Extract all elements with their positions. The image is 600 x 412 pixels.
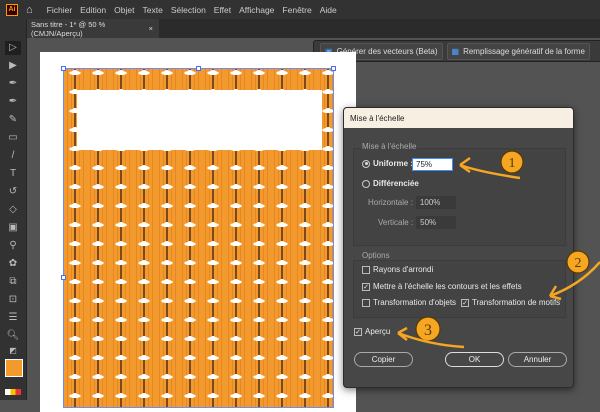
white-rectangle[interactable] xyxy=(77,90,322,150)
ok-button[interactable]: OK xyxy=(445,352,504,367)
brush-tool-icon[interactable]: / xyxy=(5,149,21,163)
eraser-tool-icon[interactable]: ◇ xyxy=(5,203,21,217)
close-icon[interactable]: × xyxy=(149,24,153,33)
direct-selection-tool-icon[interactable]: ▶ xyxy=(5,59,21,73)
swap-colors-icon[interactable]: ◩ ↻ xyxy=(5,344,21,369)
rotate-tool-icon[interactable]: ↺ xyxy=(5,185,21,199)
scale-strokes-label: Mettre à l'échelle les contours et les e… xyxy=(373,282,522,291)
checkmark-icon: ✓ xyxy=(461,298,469,307)
uniform-input[interactable]: 75% xyxy=(412,158,453,171)
eyedropper-tool-icon[interactable]: ⚲ xyxy=(5,239,21,253)
non-uniform-label: Différenciée xyxy=(373,179,419,188)
vertical-label: Verticale : xyxy=(378,218,414,227)
generative-fill-icon: ▦ xyxy=(451,46,460,56)
type-tool-icon[interactable]: T xyxy=(5,167,21,181)
menu-affichage[interactable]: Affichage xyxy=(239,5,274,15)
menu-fichier[interactable]: Fichier xyxy=(47,5,73,15)
transform-patterns-label: Transformation de motifs xyxy=(472,298,561,307)
horizontal-label: Horizontale : xyxy=(368,198,413,207)
svg-text:2: 2 xyxy=(575,256,582,271)
symbol-tool-icon[interactable]: ✿ xyxy=(5,257,21,271)
transform-patterns-checkbox[interactable]: ✓ Transformation de motifs xyxy=(461,298,560,307)
rectangle-tool-icon[interactable]: ▭ xyxy=(5,131,21,145)
copy-button[interactable]: Copier xyxy=(354,352,413,367)
preview-checkbox[interactable]: ✓ Aperçu xyxy=(354,327,390,336)
generative-fill-button[interactable]: ▦ Remplissage génératif de la forme xyxy=(446,42,590,60)
gradient-tool-icon[interactable]: ▣ xyxy=(5,221,21,235)
scale-strokes-checkbox[interactable]: ✓ Mettre à l'échelle les contours et les … xyxy=(362,282,522,291)
scale-dialog: Mise à l'échelle Mise à l'échelle Unifor… xyxy=(343,107,574,388)
selection-handle[interactable] xyxy=(331,66,336,71)
menu-fenetre[interactable]: Fenêtre xyxy=(282,5,311,15)
menu-aide[interactable]: Aide xyxy=(320,5,337,15)
radio-icon xyxy=(362,179,370,188)
selection-handle[interactable] xyxy=(61,275,66,280)
menu-effet[interactable]: Effet xyxy=(214,5,231,15)
home-icon[interactable]: ⌂ xyxy=(26,4,33,16)
dialog-title: Mise à l'échelle xyxy=(344,108,573,128)
radio-icon xyxy=(362,159,370,168)
document-tab-title: Sans titre - 1* @ 50 % (CMJN/Aperçu) xyxy=(31,19,106,38)
shape-builder-icon[interactable]: ⧉ xyxy=(5,275,21,289)
document-tab[interactable]: Sans titre - 1* @ 50 % (CMJN/Aperçu) × xyxy=(27,19,159,38)
uniform-radio[interactable]: Uniforme : xyxy=(362,159,413,168)
preview-label: Aperçu xyxy=(365,327,391,336)
cancel-button[interactable]: Annuler xyxy=(508,352,567,367)
curvature-tool-icon[interactable]: ✒ xyxy=(5,95,21,109)
pen-tool-icon[interactable]: ✒ xyxy=(5,77,21,91)
selection-handle[interactable] xyxy=(61,66,66,71)
generative-fill-label: Remplissage génératif de la forme xyxy=(463,46,585,56)
checkmark-icon: ✓ xyxy=(362,282,370,291)
tab-bar: Sans titre - 1* @ 50 % (CMJN/Aperçu) × xyxy=(0,19,600,38)
non-uniform-radio[interactable]: Différenciée xyxy=(362,179,419,188)
transform-objects-label: Transformation d'objets xyxy=(373,298,457,307)
selection-tool-icon[interactable]: ▷ xyxy=(5,41,21,55)
uniform-label: Uniforme : xyxy=(373,159,413,168)
options-group-label: Options xyxy=(362,251,390,260)
menu-objet[interactable]: Objet xyxy=(114,5,134,15)
selection-handle[interactable] xyxy=(196,66,201,71)
scale-group-label: Mise à l'échelle xyxy=(362,142,417,151)
menu-selection[interactable]: Sélection xyxy=(171,5,206,15)
zoom-tool-icon[interactable]: 🔍︎ xyxy=(5,329,21,343)
tools-panel: ▷ ▶ ✒ ✒ ✎ ▭ / T ↺ ◇ ▣ ⚲ ✿ ⧉ ⊡ ☰ 🔍︎ ◩ ↻ xyxy=(0,19,27,400)
horizontal-input[interactable]: 100% xyxy=(415,196,456,209)
checkbox-icon xyxy=(362,298,370,307)
menu-bar: Ai ⌂ Fichier Edition Objet Texte Sélecti… xyxy=(0,0,600,19)
contextual-task-bar: ▣ Générer des vecteurs (Beta) ▦ Remplissag… xyxy=(313,40,600,62)
artboard-tool-icon[interactable]: ⊡ xyxy=(5,293,21,307)
menu-texte[interactable]: Texte xyxy=(143,5,163,15)
scale-corners-label: Rayons d'arrondi xyxy=(373,265,434,274)
checkmark-icon: ✓ xyxy=(354,327,362,336)
checkbox-icon xyxy=(362,265,370,274)
color-mode-icon[interactable] xyxy=(5,389,21,395)
fill-color-swatch[interactable] xyxy=(5,359,23,377)
vertical-input[interactable]: 50% xyxy=(416,216,457,229)
align-tool-icon[interactable]: ☰ xyxy=(5,311,21,325)
anchor-tool-icon[interactable]: ✎ xyxy=(5,113,21,127)
illustrator-logo: Ai xyxy=(6,3,18,16)
scale-corners-checkbox[interactable]: Rayons d'arrondi xyxy=(362,265,433,274)
transform-objects-checkbox[interactable]: Transformation d'objets xyxy=(362,298,456,307)
menu-edition[interactable]: Edition xyxy=(80,5,106,15)
